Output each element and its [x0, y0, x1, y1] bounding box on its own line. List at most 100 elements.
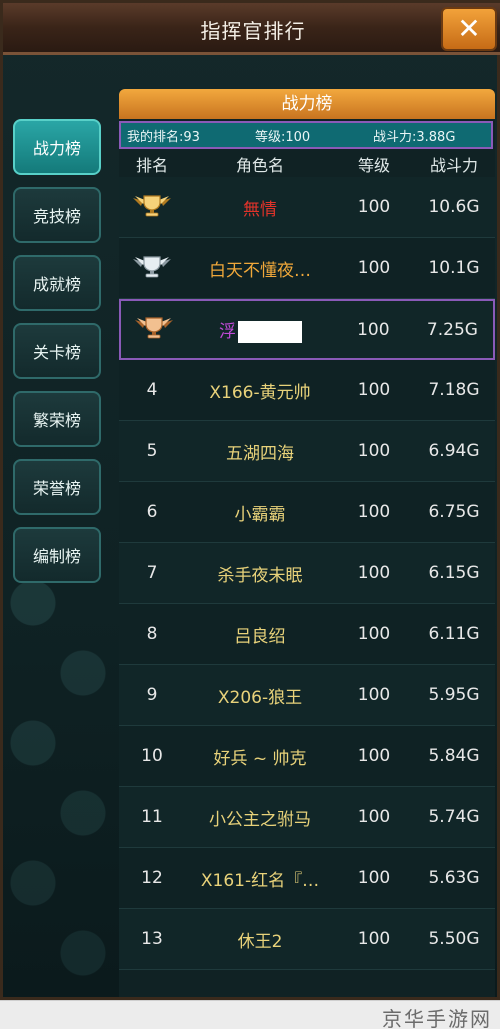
col-power: 战斗力: [429, 156, 478, 175]
table-row[interactable]: 10 好兵 ~ 帅克 100 5.84G: [119, 726, 495, 787]
player-name-text: X206-狼王: [217, 687, 303, 708]
table-row[interactable]: 9 X206-狼王 100 5.95G: [119, 665, 495, 726]
player-power: 5.63G: [428, 868, 480, 888]
player-name-text: 吕良绍: [234, 626, 286, 647]
table-row[interactable]: 12 X161-红名『… 100 5.63G: [119, 848, 495, 909]
player-name-text: 好兵 ~ 帅克: [213, 748, 307, 769]
my-power-value: 战斗力:3.88G: [373, 129, 456, 145]
table-row[interactable]: 浮 100 7.25G: [119, 299, 495, 360]
table-row[interactable]: 8 吕良绍 100 6.11G: [119, 604, 495, 665]
player-name-text: 杀手夜未眠: [217, 565, 303, 586]
sidebar-tab[interactable]: 编制榜: [13, 527, 101, 583]
col-name: 角色名: [235, 156, 284, 175]
player-name: 小公主之驸马: [185, 805, 335, 830]
player-name: 浮: [186, 317, 334, 343]
player-level: 100: [357, 868, 391, 888]
player-name: X161-红名『…: [185, 866, 335, 891]
player-name-text: X161-红名『…: [200, 870, 320, 891]
player-power: 6.75G: [428, 502, 480, 522]
sidebar-tab[interactable]: 成就榜: [13, 255, 101, 311]
player-level: 100: [357, 624, 391, 644]
player-name-text: 無情: [243, 199, 277, 220]
table-row[interactable]: 6 小霸霸 100 6.75G: [119, 482, 495, 543]
gold-trophy-icon: [131, 192, 173, 218]
sidebar-tab-label: 繁荣榜: [32, 411, 81, 430]
player-name: 休王2: [185, 927, 335, 952]
sidebar-tab-label: 编制榜: [32, 547, 81, 566]
header-bar: 指挥官排行 ✕: [3, 3, 500, 55]
player-power: 6.15G: [428, 563, 480, 583]
ranking-list[interactable]: 無情 100 10.6G 白天不懂夜… 100 10.1G 浮 100 7.25G 4 X166-黄…: [119, 177, 495, 970]
player-power: 5.74G: [428, 807, 480, 827]
player-name-text: 休王2: [237, 931, 283, 952]
rank-number: 9: [146, 685, 158, 705]
col-rank: 排名: [135, 156, 168, 175]
sidebar-tab-label: 关卡榜: [32, 343, 81, 362]
player-name-text: 小霸霸: [234, 504, 286, 525]
rank-number: 5: [146, 441, 158, 461]
table-row[interactable]: 白天不懂夜… 100 10.1G: [119, 238, 495, 299]
table-row[interactable]: 11 小公主之驸马 100 5.74G: [119, 787, 495, 848]
ranking-panel: 战力榜 我的排名:93 等级:100 战斗力:3.88G 排名 角色名 等级 战…: [119, 89, 495, 997]
table-row[interactable]: 4 X166-黄元帅 100 7.18G: [119, 360, 495, 421]
rank-number: 6: [146, 502, 158, 522]
rank-medal: [119, 253, 185, 284]
table-row[interactable]: 5 五湖四海 100 6.94G: [119, 421, 495, 482]
sidebar-tab[interactable]: 繁荣榜: [13, 391, 101, 447]
player-power: 10.1G: [428, 258, 480, 278]
sidebar: 战力榜竞技榜成就榜关卡榜繁荣榜荣誉榜编制榜: [13, 119, 103, 595]
player-level: 100: [357, 746, 391, 766]
rank-number: 8: [146, 624, 158, 644]
window-title: 指挥官排行: [200, 19, 306, 43]
redacted-name-box: [238, 320, 302, 343]
sidebar-tab-label: 战力榜: [32, 139, 81, 158]
sidebar-tab[interactable]: 竞技榜: [13, 187, 101, 243]
close-button[interactable]: ✕: [441, 7, 497, 51]
player-level: 100: [357, 685, 391, 705]
table-row[interactable]: 7 杀手夜未眠 100 6.15G: [119, 543, 495, 604]
my-level-value: 等级:100: [255, 129, 311, 145]
player-name: 白天不懂夜…: [185, 256, 335, 281]
sidebar-tab[interactable]: 关卡榜: [13, 323, 101, 379]
watermark-bar: 京华手游网: [0, 1000, 500, 1029]
player-power: 5.84G: [428, 746, 480, 766]
player-power: 7.18G: [428, 380, 480, 400]
player-name-text: 白天不懂夜…: [209, 260, 311, 281]
panel-title: 战力榜: [119, 89, 495, 119]
player-name: 無情: [185, 195, 335, 220]
sidebar-tab-label: 荣誉榜: [32, 479, 81, 498]
leaderboard-window: 指挥官排行 ✕ 战力榜竞技榜成就榜关卡榜繁荣榜荣誉榜编制榜 战力榜 我的排名:9…: [0, 0, 500, 1003]
close-icon: ✕: [457, 12, 481, 45]
player-name-text: 小公主之驸马: [209, 809, 311, 830]
player-name-text: X166-黄元帅: [209, 382, 311, 403]
player-name: 杀手夜未眠: [185, 561, 335, 586]
player-level: 100: [357, 380, 391, 400]
rank-medal: [119, 192, 185, 223]
sidebar-tab-label: 竞技榜: [32, 207, 81, 226]
player-power: 6.11G: [428, 624, 480, 644]
column-header: 排名 角色名 等级 战斗力: [119, 151, 495, 177]
player-level: 100: [357, 563, 391, 583]
player-name-text: 五湖四海: [226, 443, 294, 464]
player-level: 100: [357, 319, 390, 340]
player-name: X206-狼王: [185, 683, 335, 708]
rank-number: 11: [141, 807, 163, 827]
player-level: 100: [357, 441, 391, 461]
player-power: 5.95G: [428, 685, 480, 705]
watermark-text: 京华手游网: [382, 1007, 492, 1029]
rank-number: 7: [146, 563, 158, 583]
rank-number: 4: [146, 380, 158, 400]
player-level: 100: [357, 258, 391, 278]
player-level: 100: [357, 502, 391, 522]
rank-number: 10: [141, 746, 163, 766]
table-row[interactable]: 13 休王2 100 5.50G: [119, 909, 495, 970]
table-row[interactable]: 無情 100 10.6G: [119, 177, 495, 238]
player-name-text: 浮: [219, 321, 236, 342]
hex-background: [3, 563, 123, 1003]
player-name: 五湖四海: [185, 439, 335, 464]
sidebar-tab[interactable]: 战力榜: [13, 119, 101, 175]
rank-medal: [121, 314, 186, 345]
sidebar-tab-label: 成就榜: [32, 275, 81, 294]
sidebar-tab[interactable]: 荣誉榜: [13, 459, 101, 515]
my-rank-bar: 我的排名:93 等级:100 战斗力:3.88G: [119, 121, 493, 149]
